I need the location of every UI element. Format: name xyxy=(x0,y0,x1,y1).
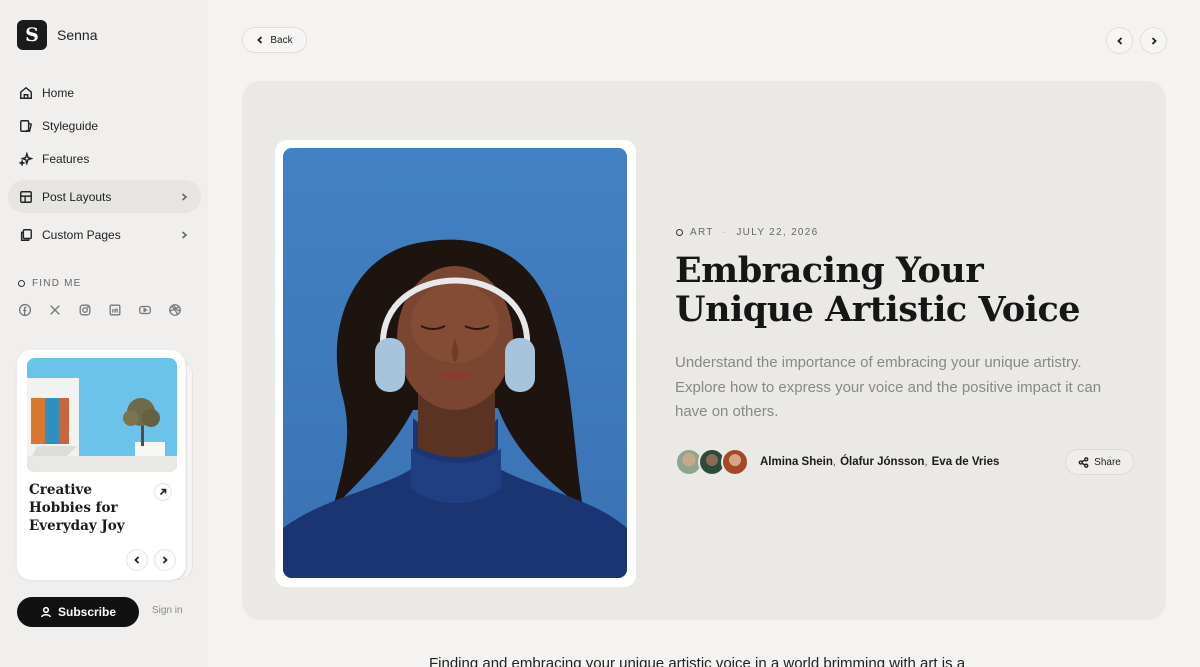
author-names: Almina Shein, Ólafur Jónsson, Eva de Vries xyxy=(760,456,999,468)
chevron-right-icon xyxy=(162,556,168,564)
sidebar-item-label: Styleguide xyxy=(42,118,99,133)
facebook-icon[interactable] xyxy=(18,303,32,317)
chevron-left-icon xyxy=(1116,36,1122,45)
sparkles-icon xyxy=(19,151,33,166)
brand[interactable]: S Senna xyxy=(17,20,97,50)
chevron-right-icon xyxy=(181,192,188,201)
sidebar-item-styleguide[interactable]: Styleguide xyxy=(8,109,201,142)
social-links xyxy=(18,303,182,317)
author-name[interactable]: Eva de Vries xyxy=(932,456,1000,468)
chevron-left-icon xyxy=(134,556,140,564)
author-name[interactable]: Almina Shein xyxy=(760,456,833,468)
promo-image xyxy=(27,358,177,472)
find-me-label: FIND ME xyxy=(18,278,82,289)
promo-illustration xyxy=(27,358,177,472)
promo-carousel: Creative Hobbies for Everyday Joy xyxy=(17,350,193,580)
category-ring-icon xyxy=(676,229,683,236)
styleguide-icon xyxy=(20,119,33,132)
hero-image-frame xyxy=(275,140,636,587)
linkedin-icon[interactable] xyxy=(108,303,122,317)
sidebar-item-home[interactable]: Home xyxy=(8,76,201,109)
ring-icon xyxy=(18,280,25,287)
sidebar: S Senna Home Styleguide Features Post La… xyxy=(0,0,208,667)
sidebar-item-label: Post Layouts xyxy=(42,189,112,204)
youtube-icon[interactable] xyxy=(138,303,152,317)
sidebar-item-features[interactable]: Features xyxy=(8,142,201,175)
x-icon[interactable] xyxy=(48,303,62,317)
sidebar-nav: Home Styleguide Features Post Layouts Cu… xyxy=(8,76,201,251)
layout-icon xyxy=(20,190,32,203)
chevron-right-icon xyxy=(1151,36,1157,45)
promo-next-button[interactable] xyxy=(154,549,176,571)
arrow-up-right-icon xyxy=(159,488,167,496)
find-me-text: FIND ME xyxy=(32,278,82,289)
back-button[interactable]: Back xyxy=(242,27,307,53)
user-icon xyxy=(40,606,51,618)
article-body-preview: Finding and embracing your unique artist… xyxy=(429,655,966,667)
instagram-icon[interactable] xyxy=(78,303,92,317)
share-icon xyxy=(1078,456,1089,468)
category-label[interactable]: ART xyxy=(690,227,714,238)
home-icon xyxy=(20,86,32,99)
promo-prev-button[interactable] xyxy=(126,549,148,571)
sidebar-item-label: Features xyxy=(42,151,90,166)
author-separator: , xyxy=(832,456,837,468)
dribbble-icon[interactable] xyxy=(168,303,182,317)
author-name[interactable]: Ólafur Jónsson xyxy=(840,456,924,468)
share-button[interactable]: Share xyxy=(1065,449,1134,475)
article-title: Embracing Your Unique Artistic Voice xyxy=(675,250,1081,330)
avatar[interactable] xyxy=(721,448,749,476)
open-promo-button[interactable] xyxy=(154,483,172,501)
promo-card[interactable]: Creative Hobbies for Everyday Joy xyxy=(17,350,185,580)
subscribe-button[interactable]: Subscribe xyxy=(17,597,139,627)
chevron-right-icon xyxy=(181,230,188,239)
publish-date: JULY 22, 2026 xyxy=(736,227,819,238)
next-post-button[interactable] xyxy=(1140,27,1167,54)
meta-separator: · xyxy=(722,227,728,238)
sign-in-link[interactable]: Sign in xyxy=(152,605,183,616)
sidebar-item-label: Custom Pages xyxy=(42,227,121,242)
author-separator: , xyxy=(924,456,928,468)
chevron-left-icon xyxy=(257,36,263,44)
sidebar-item-custom-pages[interactable]: Custom Pages xyxy=(8,218,201,251)
sidebar-item-label: Home xyxy=(42,85,75,100)
hero-image xyxy=(283,148,627,578)
pages-icon xyxy=(20,228,32,241)
subscribe-label: Subscribe xyxy=(57,605,117,619)
logo[interactable]: S xyxy=(17,20,47,50)
previous-post-button[interactable] xyxy=(1106,27,1133,54)
hero-portrait xyxy=(283,148,627,578)
article-authors: Almina Shein, Ólafur Jónsson, Eva de Vries xyxy=(675,448,999,476)
brand-name[interactable]: Senna xyxy=(57,27,97,43)
sidebar-item-post-layouts[interactable]: Post Layouts xyxy=(8,180,201,213)
promo-title[interactable]: Creative Hobbies for Everyday Joy xyxy=(29,481,149,535)
back-label: Back xyxy=(270,34,293,46)
article-excerpt: Understand the importance of embracing y… xyxy=(675,354,1102,420)
article-meta: ART · JULY 22, 2026 xyxy=(676,227,819,238)
share-label: Share xyxy=(1094,456,1121,468)
article-hero: ART · JULY 22, 2026 Embracing Your Uniqu… xyxy=(242,81,1166,620)
